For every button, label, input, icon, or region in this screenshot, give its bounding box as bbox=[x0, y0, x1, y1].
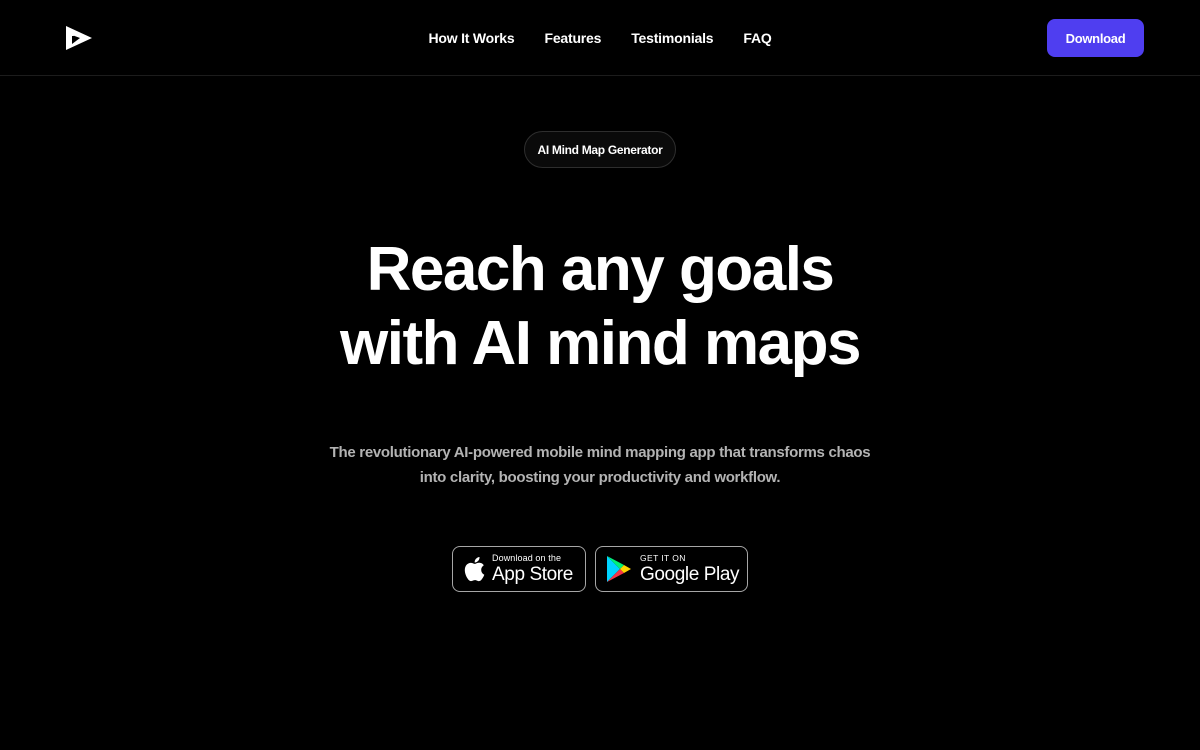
nav-link-features[interactable]: Features bbox=[544, 30, 601, 46]
landing-page: How It Works Features Testimonials FAQ D… bbox=[0, 0, 1200, 750]
nav-link-testimonials[interactable]: Testimonials bbox=[631, 30, 713, 46]
app-store-button[interactable]: Download on the App Store bbox=[452, 546, 586, 592]
hero-subtitle-line-1: The revolutionary AI-powered mobile mind… bbox=[329, 444, 871, 461]
download-button[interactable]: Download bbox=[1047, 19, 1144, 57]
hero-headline-line-2: with AI mind maps bbox=[340, 309, 861, 378]
nav-link-faq[interactable]: FAQ bbox=[743, 30, 771, 46]
app-store-small-label: Download on the bbox=[492, 553, 562, 563]
main-nav: How It Works Features Testimonials FAQ bbox=[0, 0, 1200, 76]
google-play-logo-icon bbox=[607, 556, 631, 582]
hero-headline: Reach any goals with AI mind maps bbox=[0, 233, 1200, 381]
hero-subtitle: The revolutionary AI-powered mobile mind… bbox=[300, 440, 900, 490]
apple-logo-icon bbox=[464, 557, 485, 582]
app-store-text: Download on the App Store bbox=[492, 553, 573, 585]
google-play-big-label: Google Play bbox=[640, 563, 740, 585]
site-header: How It Works Features Testimonials FAQ D… bbox=[0, 0, 1200, 76]
nav-link-how-it-works[interactable]: How It Works bbox=[428, 30, 514, 46]
hero-badge: AI Mind Map Generator bbox=[524, 131, 676, 168]
app-store-big-label: App Store bbox=[492, 564, 573, 585]
google-play-button[interactable]: GET IT ON Google Play bbox=[595, 546, 748, 592]
google-play-small-label: GET IT ON bbox=[640, 553, 686, 564]
hero-headline-line-1: Reach any goals bbox=[366, 235, 835, 304]
google-play-text: GET IT ON Google Play bbox=[640, 553, 740, 585]
hero-subtitle-line-2: into clarity, boosting your productivity… bbox=[419, 469, 781, 486]
play-triangle-logo-icon[interactable] bbox=[62, 22, 94, 54]
